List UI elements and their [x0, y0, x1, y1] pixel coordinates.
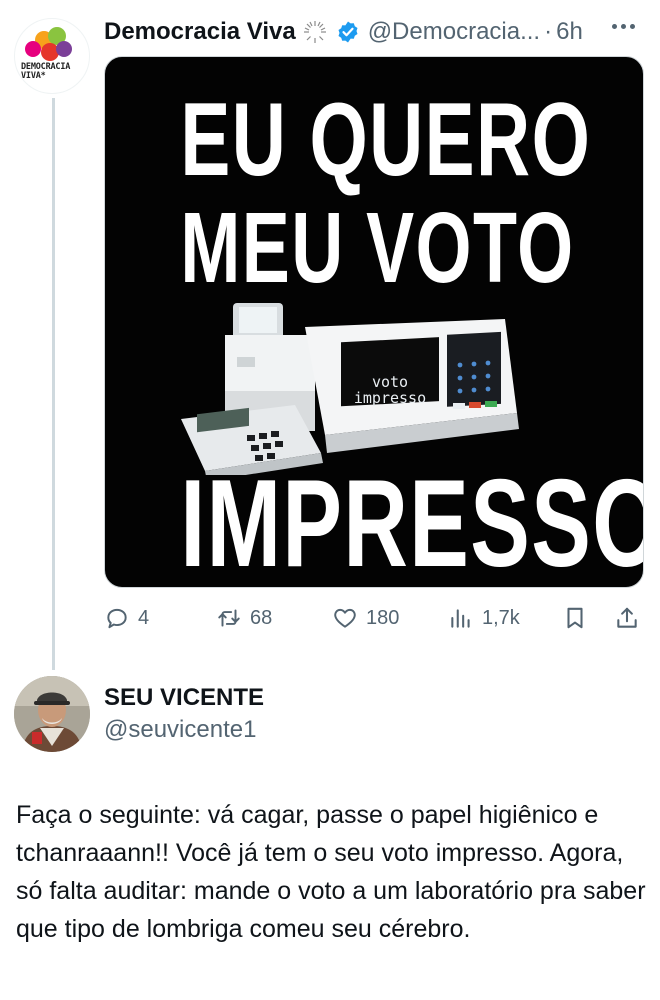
retweet-icon: [218, 609, 240, 627]
share-button[interactable]: [614, 600, 640, 636]
verified-badge-icon: [338, 21, 358, 43]
voting-machine-illustration: voto impresso: [181, 303, 519, 475]
avatar-photo: [14, 676, 90, 752]
media-text-line3: IMPRESSO: [180, 455, 644, 588]
media-text-line2: MEU VOTO: [180, 192, 575, 304]
like-button[interactable]: 180: [332, 600, 399, 636]
thread-connector-line: [52, 98, 55, 670]
share-icon: [617, 607, 637, 628]
avatar-logo-text: DEMOCRACIA VIVA*: [21, 62, 71, 81]
tweet-time[interactable]: 6h: [556, 18, 583, 46]
logo-blob: [25, 41, 41, 57]
screen-text-line2: impresso: [354, 389, 426, 407]
reply-button[interactable]: 4: [104, 600, 149, 636]
reply-author-name[interactable]: SEU VICENTE: [104, 684, 264, 712]
like-count: 180: [366, 606, 400, 629]
reply-count: 4: [138, 606, 150, 629]
bookmark-icon: [567, 607, 583, 629]
seu-vicente-avatar[interactable]: [14, 676, 90, 752]
author-handle[interactable]: @Democracia...: [368, 18, 540, 46]
media-text-line1: EU QUERO: [180, 82, 592, 198]
logo-blob: [56, 41, 72, 57]
democracia-viva-avatar[interactable]: DEMOCRACIA VIVA*: [14, 18, 90, 94]
reply-author-handle[interactable]: @seuvicente1: [104, 716, 256, 744]
separator-dot: ·: [544, 18, 553, 45]
more-icon[interactable]: [612, 24, 635, 29]
tweet-header: Democracia Viva @Democracia... · 6h: [104, 14, 583, 50]
retweet-count: 68: [250, 606, 273, 629]
burst-icon: [303, 21, 326, 43]
author-name[interactable]: Democracia Viva: [104, 18, 296, 46]
views-icon: [451, 609, 470, 628]
bookmark-button[interactable]: [562, 600, 588, 636]
views-count: 1,7k: [482, 606, 520, 629]
tweet-media-image[interactable]: EU QUERO MEU VOTO voto impresso IMPRESSO: [104, 56, 644, 588]
retweet-button[interactable]: 68: [216, 600, 272, 636]
like-icon: [334, 608, 356, 628]
tweet-actions-bar: 4 68 180 1,7k: [104, 600, 644, 636]
reply-icon: [107, 608, 127, 629]
reply-text: Faça o seguinte: vá cagar, passe o papel…: [16, 801, 646, 943]
views-button[interactable]: 1,7k: [448, 600, 520, 636]
